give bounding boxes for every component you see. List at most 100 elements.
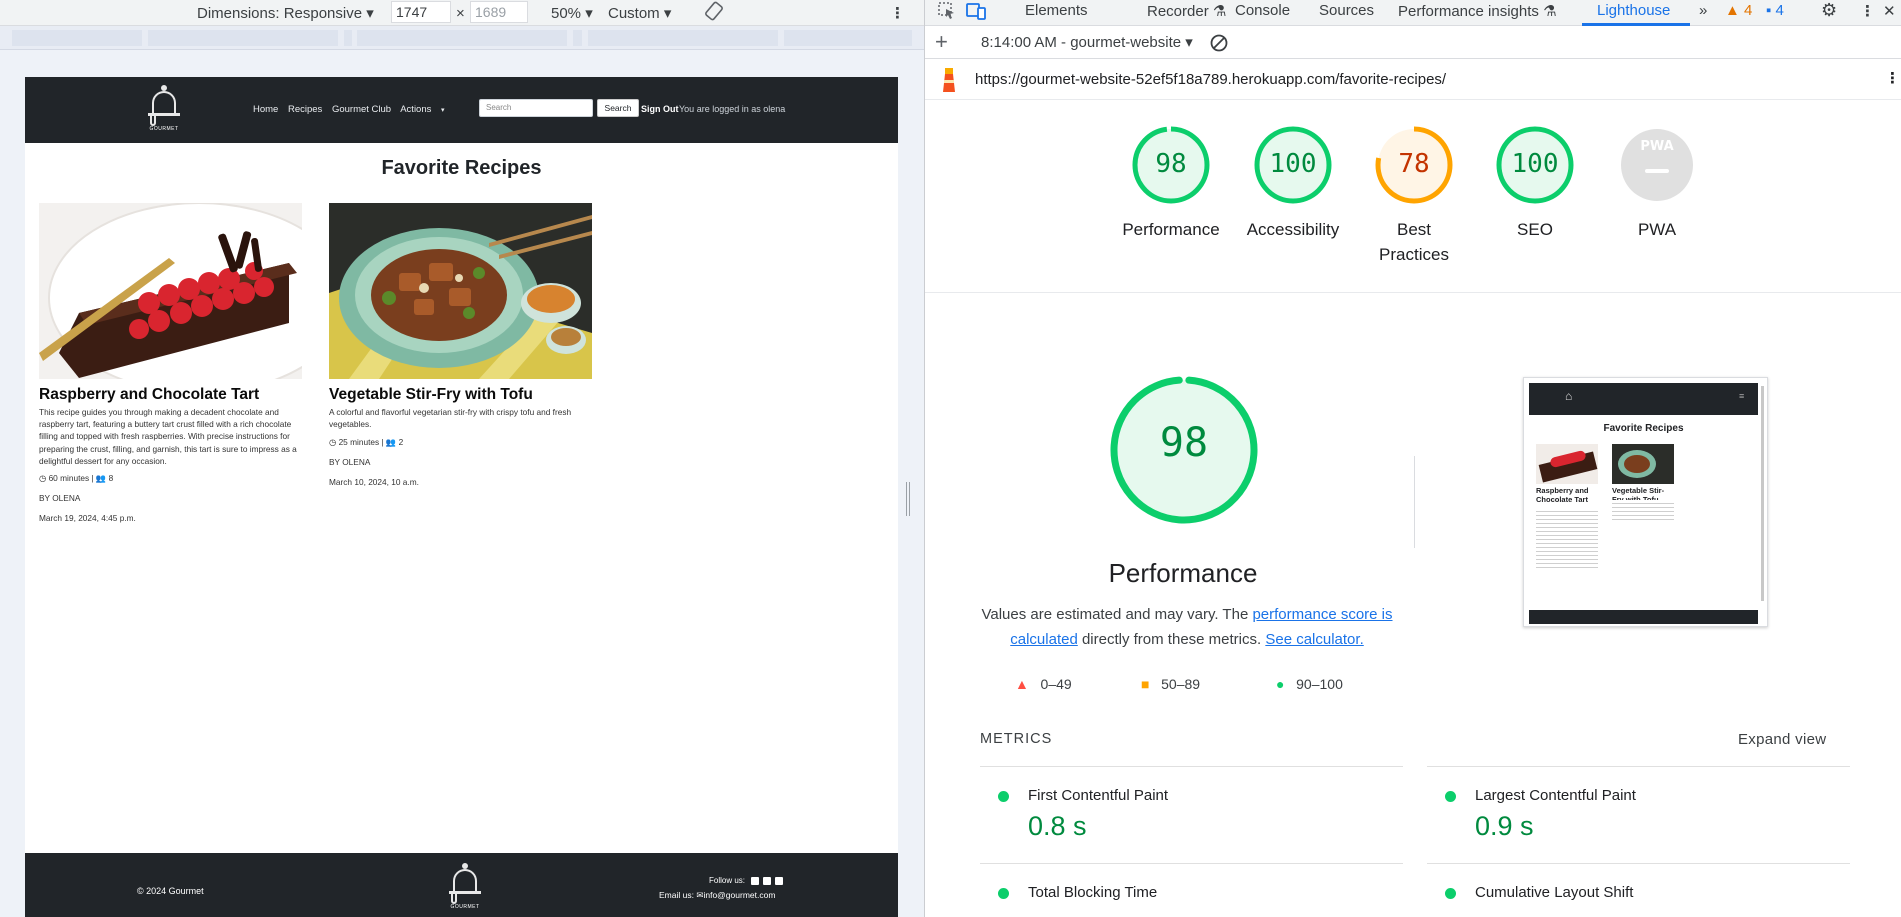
zoom-dropdown[interactable]: 50% ▾	[551, 4, 593, 22]
pass-dot-icon	[998, 888, 1009, 899]
expand-view-button[interactable]: Expand view	[1738, 731, 1826, 748]
nav-actions[interactable]: Actions ▾	[400, 104, 451, 115]
thumb-text-lines	[1612, 500, 1674, 520]
nav-recipes[interactable]: Recipes	[288, 104, 322, 115]
flask-icon: ⚗	[1543, 3, 1557, 20]
inspect-element-icon[interactable]	[937, 0, 957, 26]
gauge-score-value: 100	[1269, 149, 1317, 179]
plus-icon[interactable]: +	[935, 29, 948, 55]
more-options-icon[interactable]: ⋮	[1860, 2, 1875, 20]
clock-icon: ◷	[39, 473, 47, 483]
throttle-dropdown[interactable]: Custom ▾	[608, 4, 671, 22]
footer-email: Email us: ✉info@gourmet.com	[659, 890, 775, 901]
report-url[interactable]: https://gourmet-website-52ef5f18a789.her…	[975, 71, 1446, 88]
recipe-servings: 2	[398, 437, 404, 447]
seo-gauge[interactable]: 100	[1495, 125, 1575, 205]
warning-icon: ▲	[1725, 2, 1740, 19]
ruler-block[interactable]	[588, 30, 778, 46]
tab-lighthouse[interactable]: Lighthouse	[1597, 2, 1670, 19]
ruler-block[interactable]	[344, 30, 352, 46]
recipe-image-tart[interactable]	[39, 203, 302, 379]
close-icon[interactable]: ✕	[1883, 2, 1896, 20]
logged-in-text: You are logged in as olena	[679, 104, 786, 114]
tab-performance-insights[interactable]: Performance insights ⚗	[1398, 2, 1557, 20]
ruler-block[interactable]	[357, 30, 567, 46]
site-logo[interactable]: GOURMET	[142, 83, 186, 135]
ruler-block[interactable]	[784, 30, 912, 46]
performance-gauge[interactable]: 98	[1131, 125, 1211, 205]
recipe-time: 25 minutes	[338, 437, 380, 447]
tab-recorder[interactable]: Recorder ⚗	[1147, 2, 1226, 20]
tab-sources[interactable]: Sources	[1319, 2, 1374, 19]
nav-home[interactable]: Home	[253, 104, 278, 115]
users-icon: 👥	[95, 473, 107, 483]
performance-score-value: 98	[1159, 420, 1209, 466]
cloche-hand	[451, 894, 457, 904]
gauge-label-seo: SEO	[1517, 220, 1553, 239]
recipe-title[interactable]: Raspberry and Chocolate Tart	[39, 386, 259, 404]
legend-pass: ● 90–100	[1276, 676, 1343, 692]
device-toggle-icon[interactable]	[965, 0, 987, 26]
height-input[interactable]: 1689	[470, 1, 528, 23]
ruler-block[interactable]	[573, 30, 582, 46]
more-options-icon[interactable]: ⋮	[890, 4, 905, 22]
report-selector[interactable]: 8:14:00 AM - gourmet-website ▾	[981, 33, 1193, 51]
ruler-block[interactable]	[148, 30, 338, 46]
gauge-score-value: PWA	[1640, 139, 1674, 154]
site-search-button[interactable]: Search	[597, 99, 639, 117]
recipe-meta: ◷ 60 minutes | 👥 8	[39, 473, 114, 483]
site-footer: © 2024 Gourmet GOURMET Follow us: Email …	[25, 853, 898, 917]
warnings-badge[interactable]: ▲ 4	[1725, 2, 1752, 19]
pass-dot-icon	[1445, 888, 1456, 899]
metric-divider	[1427, 766, 1850, 767]
cloche-hand	[150, 116, 156, 126]
pane-resize-handle[interactable]	[906, 482, 910, 516]
recipe-title[interactable]: Vegetable Stir-Fry with Tofu	[329, 386, 533, 404]
warnings-count: 4	[1744, 2, 1753, 19]
tab-elements[interactable]: Elements	[1025, 2, 1088, 19]
throttle-label: Custom	[608, 5, 660, 22]
dimensions-dropdown[interactable]: Dimensions: Responsive ▾	[197, 4, 374, 22]
recipe-image-stirfry[interactable]	[329, 203, 592, 379]
recipe-description: This recipe guides you through making a …	[39, 407, 297, 466]
nav-gourmet-club[interactable]: Gourmet Club	[332, 104, 391, 115]
see-calculator-link[interactable]: See calculator.	[1265, 631, 1363, 648]
note-text: Values are estimated and may vary. The	[981, 606, 1253, 623]
cloche-dome	[152, 91, 176, 113]
instagram-icon[interactable]	[763, 876, 772, 885]
gauge-label-best-practices: Best Practices	[1379, 220, 1449, 264]
sign-out-link[interactable]: Sign Out	[641, 104, 679, 114]
circle-icon: ●	[1276, 676, 1285, 692]
performance-note: Values are estimated and may vary. The p…	[977, 602, 1397, 652]
best-practices-gauge[interactable]: 78	[1374, 125, 1454, 205]
gear-icon[interactable]: ⚙	[1821, 0, 1837, 21]
flask-icon: ⚗	[1212, 3, 1227, 20]
clear-icon[interactable]	[1209, 33, 1229, 57]
note-text: directly from these metrics.	[1077, 631, 1266, 648]
messages-badge[interactable]: ▪ 4	[1766, 2, 1784, 19]
more-tabs-icon[interactable]: »	[1699, 2, 1707, 19]
accessibility-gauge[interactable]: 100	[1253, 125, 1333, 205]
metrics-heading: METRICS	[980, 731, 1053, 747]
pwa-gauge[interactable]: PWA	[1617, 125, 1697, 205]
recipe-description: A colorful and flavorful vegetarian stir…	[329, 407, 572, 430]
legend-pass-label: 90–100	[1296, 676, 1343, 692]
ruler-block[interactable]	[12, 30, 142, 46]
gauge-score-value: 78	[1398, 149, 1430, 179]
recipe-date: March 19, 2024, 4:45 p.m.	[39, 513, 136, 523]
final-screenshot-thumbnail[interactable]: ⌂ ≡ Favorite Recipes Raspberry and Choco…	[1523, 377, 1768, 627]
site-search-input[interactable]: Search	[479, 99, 593, 117]
caret-down-icon: ▾	[1185, 34, 1193, 51]
thumb-menu-icon: ≡	[1739, 391, 1745, 401]
tab-console[interactable]: Console	[1235, 2, 1290, 19]
width-input[interactable]: 1747	[391, 1, 451, 23]
more-options-icon[interactable]: ⋮	[1885, 69, 1900, 87]
email-link[interactable]: info@gourmet.com	[703, 890, 775, 900]
recipe-servings: 8	[108, 473, 114, 483]
gauge-score-value: 100	[1511, 149, 1559, 179]
rotate-icon[interactable]	[703, 0, 725, 26]
footer-logo[interactable]: GOURMET	[443, 861, 487, 913]
facebook-icon[interactable]	[751, 876, 760, 885]
pass-dot-icon	[1445, 791, 1456, 802]
youtube-icon[interactable]	[775, 876, 784, 885]
